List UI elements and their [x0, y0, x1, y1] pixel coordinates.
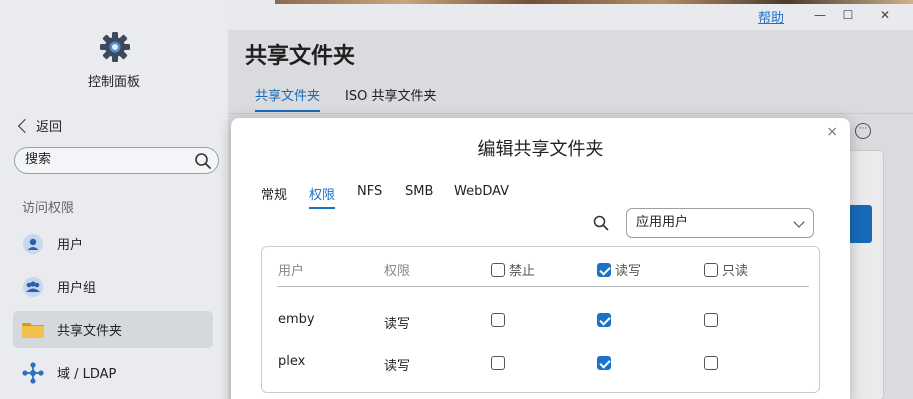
help-link[interactable]: 帮助 — [758, 7, 784, 26]
column-header-permission: 权限 — [384, 264, 411, 279]
folder-icon — [21, 318, 45, 342]
sidebar-item-label: 用户 — [57, 238, 84, 253]
header-divider — [277, 286, 809, 287]
column-header-readonly-label: 只读 — [722, 264, 749, 279]
table-cell-user: emby — [278, 312, 315, 327]
table-cell-permission: 读写 — [384, 317, 411, 332]
dialog-title: 编辑共享文件夹 — [477, 139, 604, 160]
chevron-down-icon — [793, 216, 805, 228]
table-cell-user: plex — [278, 354, 306, 369]
deny-all-checkbox[interactable] — [491, 262, 505, 277]
column-header-deny[interactable]: 禁止 — [491, 260, 535, 279]
wallpaper-strip — [275, 0, 913, 4]
section-label-access: 访问权限 — [22, 201, 75, 216]
tab-general[interactable]: 常规 — [261, 184, 287, 203]
permissions-table: 用户 权限 禁止 读写 只读 emby 读写 plex 读写 — [261, 246, 820, 393]
domain-icon — [21, 361, 45, 385]
gear-icon — [100, 32, 130, 62]
sidebar-item-users[interactable]: 用户 — [13, 225, 213, 262]
column-header-readwrite[interactable]: 读写 — [597, 260, 641, 279]
group-icon — [21, 275, 45, 299]
tab-smb[interactable]: SMB — [405, 184, 433, 199]
sidebar-item-shared-folder[interactable]: 共享文件夹 — [13, 311, 213, 348]
readwrite-all-checkbox[interactable] — [597, 262, 611, 277]
user-type-select[interactable]: 应用用户 — [626, 208, 814, 238]
column-header-deny-label: 禁止 — [509, 264, 536, 279]
sidebar-item-domain-ldap[interactable]: 域 / LDAP — [13, 354, 213, 391]
user-type-select-value: 应用用户 — [636, 215, 689, 230]
row-deny-checkbox[interactable] — [491, 313, 505, 327]
tab-nfs[interactable]: NFS — [357, 184, 382, 199]
tab-permissions[interactable]: 权限 — [309, 184, 336, 209]
back-label: 返回 — [36, 120, 63, 135]
edit-shared-folder-dialog: × 编辑共享文件夹 常规 权限 NFS SMB WebDAV 应用用户 用户 权… — [231, 118, 850, 399]
tab-webdav[interactable]: WebDAV — [454, 184, 509, 199]
chevron-left-icon — [17, 118, 33, 133]
sidebar-item-groups[interactable]: 用户组 — [13, 268, 213, 305]
row-deny-checkbox[interactable] — [491, 356, 505, 370]
sidebar-item-label: 用户组 — [57, 281, 97, 296]
close-window-button[interactable]: ✕ — [876, 6, 894, 24]
column-header-readwrite-label: 读写 — [615, 264, 642, 279]
sidebar-search[interactable] — [14, 147, 219, 174]
row-readonly-checkbox[interactable] — [704, 356, 718, 370]
row-readwrite-checkbox[interactable] — [597, 356, 611, 370]
readonly-all-checkbox[interactable] — [704, 262, 718, 277]
sidebar-item-label: 共享文件夹 — [57, 324, 123, 339]
search-icon[interactable] — [593, 215, 609, 231]
sidebar-item-label: 域 / LDAP — [57, 367, 117, 382]
table-cell-permission: 读写 — [384, 359, 411, 374]
search-icon[interactable] — [194, 152, 212, 170]
maximize-button[interactable]: ☐ — [839, 6, 857, 24]
row-readonly-checkbox[interactable] — [704, 313, 718, 327]
minimize-button[interactable]: — — [811, 6, 829, 24]
row-readwrite-checkbox[interactable] — [597, 313, 611, 327]
sidebar: 控制面板 返回 访问权限 用户 用户组 共享文件夹 域 / LDAP — [0, 0, 228, 399]
column-header-user: 用户 — [278, 264, 305, 279]
app-title: 控制面板 — [87, 75, 140, 90]
back-button[interactable]: 返回 — [16, 116, 62, 135]
user-icon — [21, 232, 45, 256]
column-header-readonly[interactable]: 只读 — [704, 260, 748, 279]
search-input[interactable] — [25, 152, 185, 167]
